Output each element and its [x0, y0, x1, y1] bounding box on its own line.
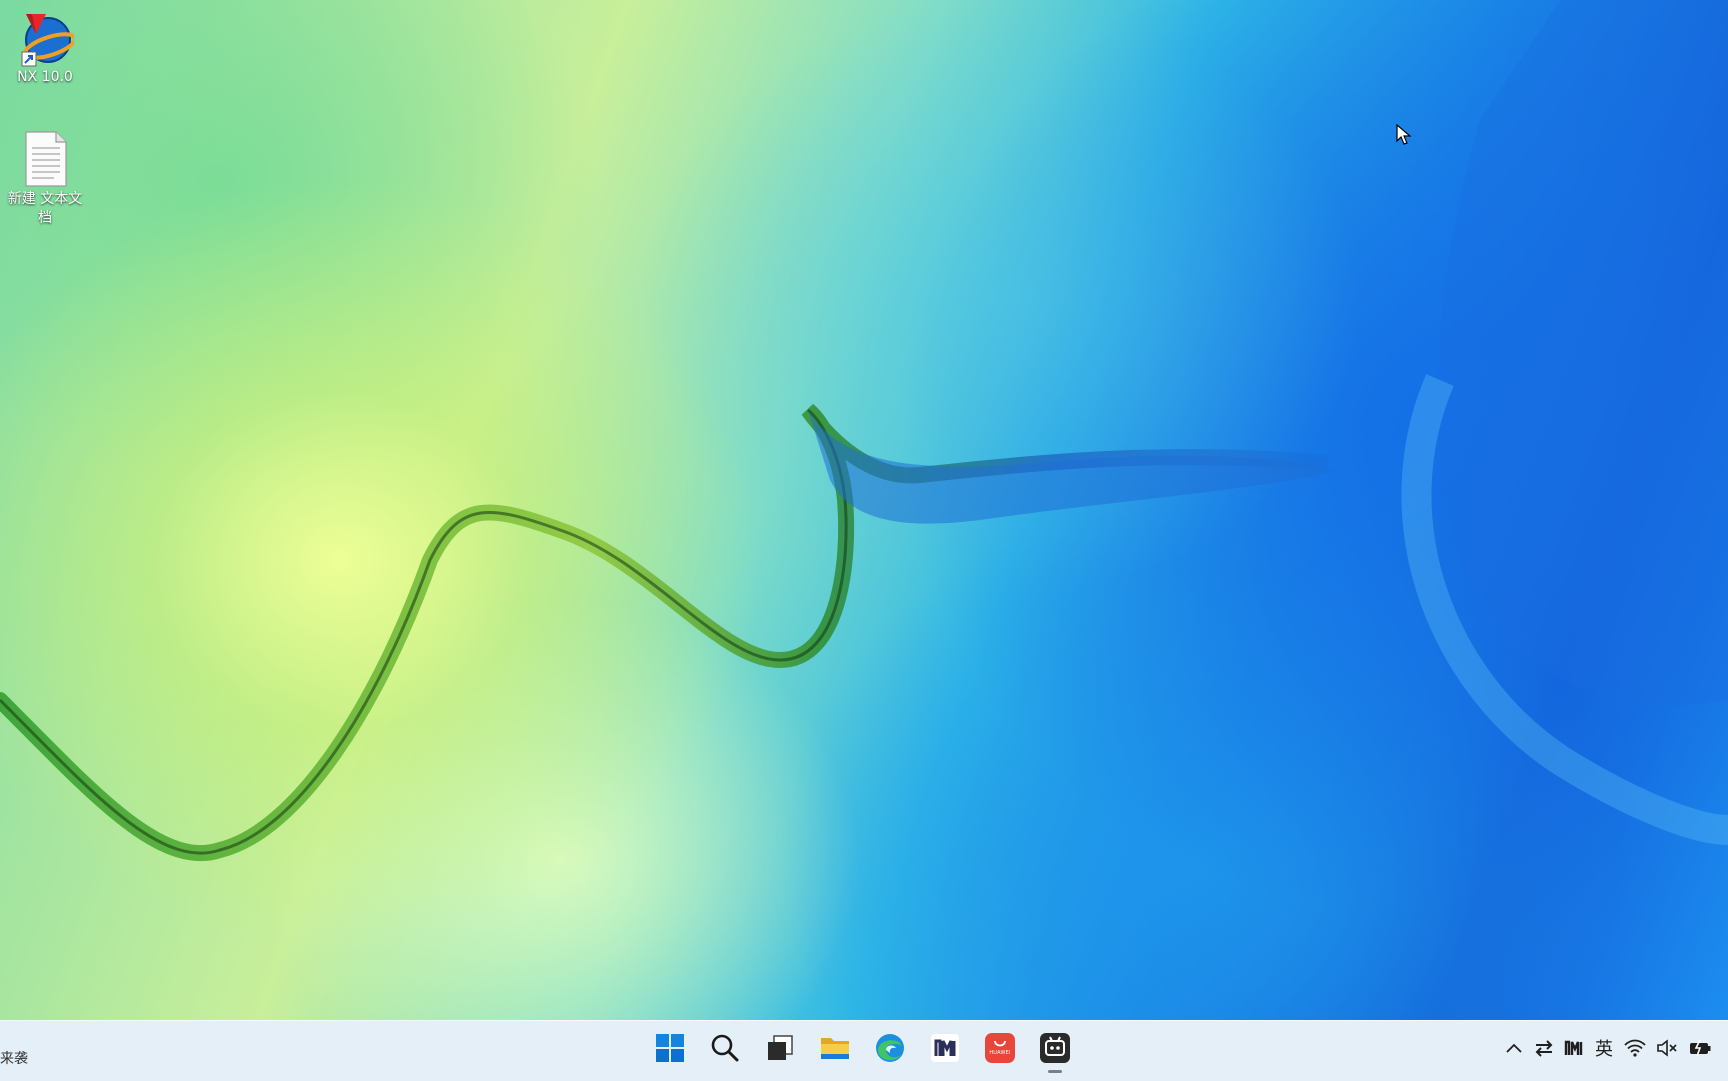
windows-logo-icon: [656, 1034, 684, 1062]
show-hidden-icons-button[interactable]: [1504, 1035, 1524, 1061]
m-logo-icon: [931, 1034, 959, 1062]
battery-charging-icon: [1690, 1039, 1711, 1057]
tray-transfer-button[interactable]: [1534, 1035, 1554, 1061]
mouse-pointer-icon: [1396, 124, 1412, 145]
input-language-label: 英: [1595, 1039, 1613, 1060]
edge-icon: [876, 1034, 904, 1062]
taskbar-left-text: 来袭: [0, 1051, 28, 1067]
huawei-store-button[interactable]: HUAWEI: [978, 1026, 1022, 1070]
wifi-icon: [1624, 1039, 1646, 1057]
taskbar-pinned-apps: HUAWEI: [648, 1026, 1077, 1073]
active-app-button[interactable]: [1033, 1026, 1077, 1073]
folder-icon: [821, 1038, 849, 1059]
desktop-icon-label: 新建 文本文档: [7, 191, 83, 226]
task-view-button[interactable]: [758, 1026, 802, 1070]
search-icon: [711, 1034, 739, 1062]
chevron-up-icon: [1506, 1043, 1522, 1053]
input-language-indicator[interactable]: 英: [1594, 1035, 1614, 1061]
huawei-label: HUAWEI: [989, 1050, 1011, 1056]
tray-m-app-button[interactable]: [1564, 1035, 1584, 1061]
desktop-icon-nx[interactable]: NX 10.0: [0, 8, 90, 87]
battery-button[interactable]: [1688, 1035, 1712, 1061]
start-button[interactable]: [648, 1026, 692, 1070]
volume-button[interactable]: [1656, 1035, 1678, 1061]
app-m-button[interactable]: [923, 1026, 967, 1070]
desktop-icon-text-document[interactable]: 新建 文本文档: [0, 130, 90, 228]
file-explorer-button[interactable]: [813, 1026, 857, 1070]
text-document-icon: [16, 130, 74, 190]
desktop-icon-label: NX 10.0: [17, 69, 73, 85]
network-button[interactable]: [1624, 1035, 1646, 1061]
screen-recorder-icon: [1040, 1033, 1070, 1063]
nx-app-icon: [16, 8, 77, 68]
task-view-icon: [768, 1035, 793, 1060]
system-tray: 英: [1504, 1035, 1712, 1061]
search-button[interactable]: [703, 1026, 747, 1070]
desktop-wallpaper: [0, 0, 1728, 1020]
wallpaper-wave-graphic: [0, 0, 1728, 862]
edge-button[interactable]: [868, 1026, 912, 1070]
swap-arrows-icon: [1535, 1040, 1553, 1057]
m-logo-icon: [1564, 1040, 1583, 1055]
huawei-appgallery-icon: HUAWEI: [985, 1033, 1015, 1063]
volume-muted-icon: [1657, 1039, 1677, 1057]
